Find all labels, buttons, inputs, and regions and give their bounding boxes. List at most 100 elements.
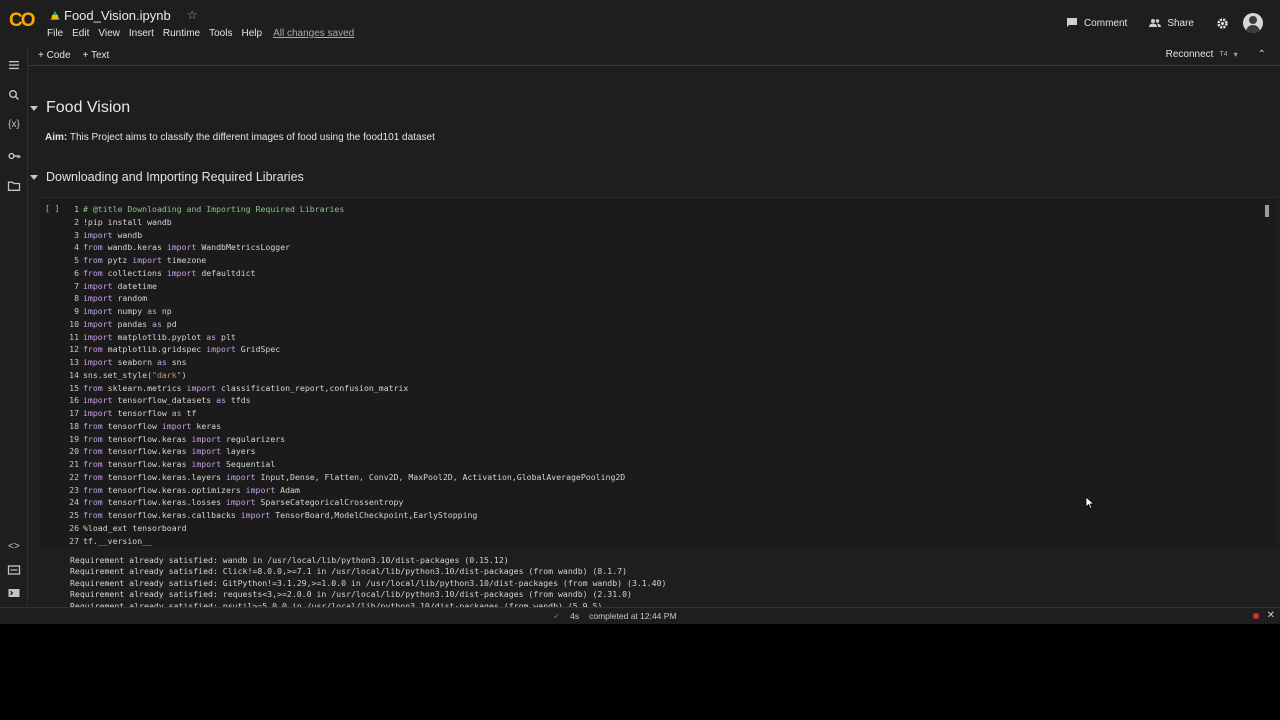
code-token: sns — [166, 357, 187, 367]
star-icon[interactable]: ☆ — [187, 8, 198, 22]
code-line[interactable]: 7 import datetime — [40, 280, 625, 293]
code-token: collections — [102, 267, 167, 278]
code-line[interactable]: 25 from tensorflow.keras.callbacks import… — [40, 509, 625, 522]
code-line[interactable]: 21 from tensorflow.keras import Sequentia… — [40, 458, 625, 471]
code-line[interactable]: 26 %load_ext tensorboard — [40, 522, 625, 535]
code-line[interactable]: 24 from tensorflow.keras.losses import Sp… — [40, 496, 625, 509]
code-line[interactable]: 17 import tensorflow as tf — [40, 407, 625, 420]
code-token: tensorflow.keras — [102, 446, 192, 457]
code-line[interactable]: 16 import tensorflow_datasets as tfds — [40, 394, 625, 407]
code-token: Adam — [275, 484, 300, 495]
title-section-header: Food Vision — [30, 99, 130, 117]
code-token: tensorflow.keras — [102, 433, 192, 444]
code-line[interactable]: 13 import seaborn as sns — [40, 356, 625, 369]
add-code-button[interactable]: + Code — [38, 50, 71, 61]
menu-help[interactable]: Help — [241, 28, 262, 39]
code-token: from — [83, 255, 103, 265]
line-number: 11 — [69, 331, 79, 342]
code-token: import — [240, 510, 271, 520]
code-line[interactable]: 2 !pip install wandb — [40, 216, 625, 229]
colab-logo[interactable]: CO — [9, 9, 39, 33]
save-status[interactable]: All changes saved — [273, 28, 354, 39]
code-line[interactable]: 19 from tensorflow.keras import regulariz… — [40, 433, 625, 446]
gear-icon[interactable] — [1216, 17, 1229, 30]
code-line[interactable]: 22 from tensorflow.keras.layers import In… — [40, 471, 625, 484]
code-line[interactable]: 8 import random — [40, 292, 625, 305]
collapse-section-icon[interactable] — [30, 105, 38, 111]
output-line: Requirement already satisfied: Click!=8.… — [70, 566, 628, 577]
line-number: 3 — [74, 229, 79, 240]
code-token: import — [191, 433, 222, 444]
close-icon[interactable]: ✕ — [1267, 610, 1275, 621]
code-token: import — [186, 382, 217, 393]
line-number: 2 — [74, 216, 79, 227]
code-token: from — [83, 446, 103, 457]
code-line[interactable]: 14 sns.set_style("dark") — [40, 369, 625, 382]
reconnect-button[interactable]: Reconnect — [1166, 49, 1214, 60]
folder-icon[interactable] — [7, 179, 21, 193]
code-line[interactable]: 27 tf.__version__ — [40, 535, 625, 548]
key-icon[interactable] — [7, 149, 21, 163]
comment-button[interactable]: Comment — [1066, 17, 1127, 29]
runtime-dropdown-icon[interactable]: ▾ — [1234, 50, 1238, 59]
user-avatar[interactable] — [1243, 13, 1263, 33]
line-number: 4 — [74, 242, 79, 253]
line-number: 12 — [69, 344, 79, 355]
code-token: Sequential — [221, 459, 276, 469]
colab-window: CO Food_Vision.ipynb ☆ File Edit View In… — [0, 0, 1280, 624]
code-line[interactable]: 15 from sklearn.metrics import classifica… — [40, 382, 625, 395]
cell-output: Requirement already satisfied: wandb in … — [40, 550, 1278, 607]
code-token: tensorflow — [102, 420, 162, 431]
line-number: 27 — [69, 535, 79, 546]
runtime-gpu-label: T4 — [1219, 51, 1228, 58]
code-line[interactable]: 11 import matplotlib.pyplot as plt — [40, 331, 625, 344]
code-token: tensorflow.keras.optimizers — [102, 484, 246, 495]
menu-insert[interactable]: Insert — [129, 28, 154, 39]
code-line[interactable]: 6 from collections import defaultdict — [40, 267, 625, 280]
menu-view[interactable]: View — [98, 28, 120, 39]
menu-runtime[interactable]: Runtime — [163, 28, 200, 39]
menu-edit[interactable]: Edit — [72, 28, 89, 39]
search-icon[interactable] — [7, 88, 21, 102]
code-line[interactable]: 12 from matplotlib.gridspec import GridSp… — [40, 343, 625, 356]
code-token: tfds — [225, 395, 251, 406]
command-palette-icon[interactable] — [7, 563, 21, 577]
code-token: import — [166, 242, 197, 253]
share-button[interactable]: Share — [1149, 17, 1194, 29]
collapse-header-icon[interactable]: ⌃ — [1258, 49, 1266, 60]
add-text-button[interactable]: + Text — [83, 50, 110, 61]
code-token: import — [132, 255, 162, 265]
code-token: layers — [221, 446, 256, 457]
menu-file[interactable]: File — [47, 28, 63, 39]
line-number: 8 — [74, 293, 79, 304]
code-line[interactable]: 3 import wandb — [40, 229, 625, 242]
code-token: tf.__version__ — [83, 535, 153, 546]
terminal-icon[interactable] — [7, 586, 21, 600]
code-line[interactable]: 5 from pytz import timezone — [40, 254, 625, 267]
code-snippets-icon[interactable]: <> — [7, 540, 21, 554]
notebook-area: Food Vision Aim: This Project aims to cl… — [28, 67, 1280, 607]
code-token: from — [83, 344, 103, 355]
code-token: pytz — [102, 255, 133, 265]
notebook-toolbar: + Code + Text Reconnect T4 ▾ ⌃ — [28, 46, 1280, 66]
variables-icon[interactable]: {x} — [7, 118, 21, 132]
code-token: tf — [181, 408, 197, 418]
line-number: 7 — [74, 280, 79, 291]
notebook-title[interactable]: Food_Vision.ipynb — [64, 8, 171, 23]
table-of-contents-icon[interactable] — [7, 58, 21, 72]
line-number: 6 — [74, 267, 79, 278]
code-line[interactable]: 10 import pandas as pd — [40, 318, 625, 331]
code-line[interactable]: 23 from tensorflow.keras.optimizers impor… — [40, 484, 625, 497]
code-line[interactable]: 20 from tensorflow.keras import layers — [40, 445, 625, 458]
code-line[interactable]: 4 from wandb.keras import WandbMetricsLog… — [40, 241, 625, 254]
code-editor[interactable]: 1 # @title Downloading and Importing Requ… — [40, 203, 625, 547]
cell-scrollbar[interactable] — [1265, 205, 1269, 217]
execution-status[interactable]: completed at 12:44 PM — [589, 611, 676, 622]
code-line[interactable]: 18 from tensorflow import keras — [40, 420, 625, 433]
code-token: # @title Downloading and Importing Requi… — [83, 204, 345, 214]
menu-tools[interactable]: Tools — [209, 28, 232, 39]
code-line[interactable]: 9 import numpy as np — [40, 305, 625, 318]
collapse-section-icon[interactable] — [30, 174, 38, 180]
code-line[interactable]: 1 # @title Downloading and Importing Requ… — [40, 203, 625, 216]
code-token: import — [83, 306, 113, 316]
